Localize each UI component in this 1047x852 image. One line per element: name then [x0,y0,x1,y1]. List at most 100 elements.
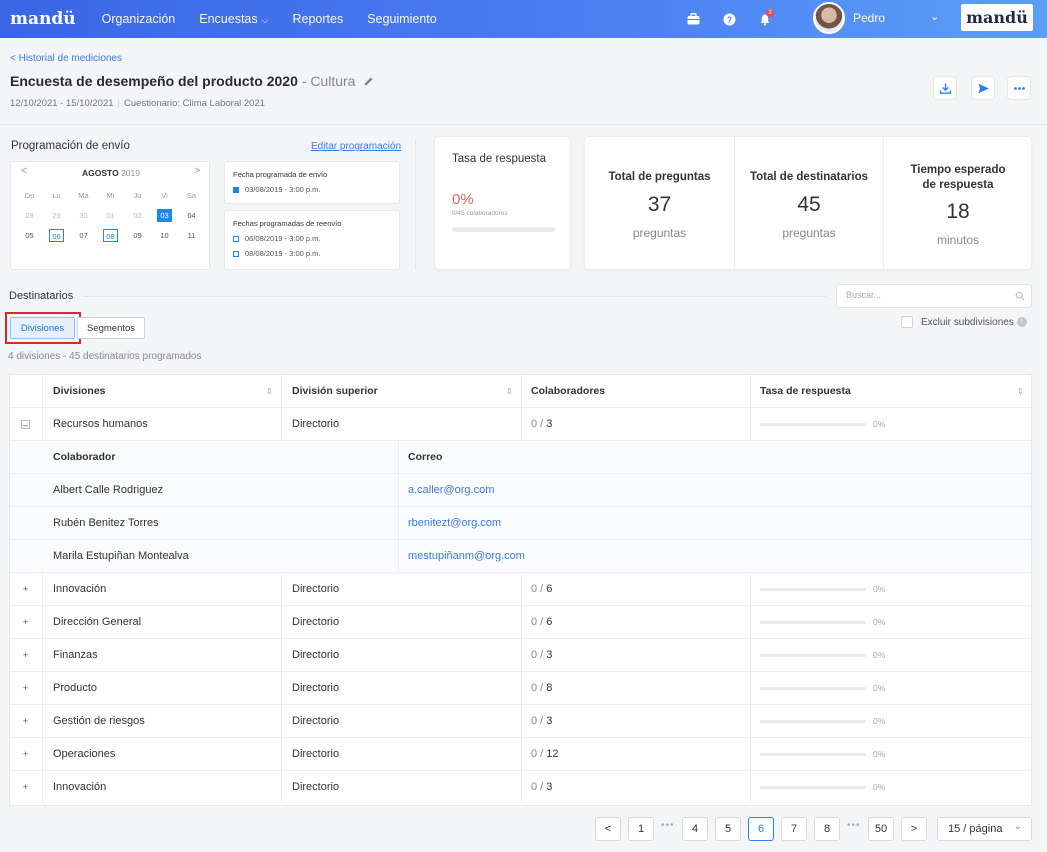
pencil-icon[interactable] [363,74,374,90]
calendar-day[interactable]: 01 [97,209,124,222]
calendar-day-resend[interactable]: 08 [103,229,118,242]
nav-organizacion[interactable]: Organización [102,12,176,26]
column-divider [521,408,522,441]
nav-encuestas[interactable]: Encuestas ⌵ [199,12,268,26]
page-size-select[interactable]: 15 / página ⌄ [937,817,1032,841]
calendar-day[interactable]: 09 [124,229,151,242]
pagination-next-button[interactable]: > [901,817,927,841]
calendar-day-selected[interactable]: 03 [157,209,172,222]
collaborators-count: 0 / 3 [531,781,553,793]
exclude-subdivisions-checkbox[interactable] [901,316,913,328]
page-button-active[interactable]: 6 [748,817,774,841]
search-icon[interactable] [1015,290,1025,304]
col-division-superior[interactable]: División superior [292,375,378,408]
calendar-next-button[interactable]: > [194,165,200,177]
page-button[interactable]: 1 [628,817,654,841]
calendar-day[interactable]: 29 [43,209,70,222]
chevron-down-icon[interactable]: ⌄ [930,10,939,23]
more-options-button[interactable] [1007,76,1031,100]
expand-icon[interactable]: + [21,585,30,594]
calendar-day[interactable]: 30 [70,209,97,222]
column-divider [750,705,751,738]
table-row[interactable]: + Innovación Directorio 0 / 6 0% [10,573,1031,606]
send-button[interactable] [971,76,995,100]
download-button[interactable] [933,76,957,100]
collaborator-email[interactable]: mestupiñanm@org.com [408,540,525,573]
calendar-day[interactable]: 11 [178,229,205,242]
expand-icon[interactable]: + [21,750,30,759]
info-icon[interactable]: i [1016,317,1027,327]
table-row[interactable]: + Innovación Directorio 0 / 3 0% [10,771,1031,804]
page-button[interactable]: 50 [868,817,894,841]
expand-icon[interactable]: + [21,783,30,792]
briefcase-icon[interactable] [686,12,700,26]
page-button[interactable]: 5 [715,817,741,841]
pagination-ellipsis[interactable]: ••• [661,820,675,831]
calendar-day[interactable]: 28 [16,209,43,222]
questionnaire-name: Cuestionario: Clima Laboral 2021 [124,98,266,109]
division-parent: Directorio [292,616,340,628]
calendar-grid: Do Lu Ma Mi Ju Vi Sa 28 29 30 01 02 03 0… [16,189,206,242]
response-progress-bar [760,786,866,789]
survey-category: - Cultura [301,73,356,89]
calendar-day[interactable]: 05 [16,229,43,242]
col-tasa-respuesta[interactable]: Tasa de respuesta [760,375,851,408]
edit-schedule-link[interactable]: Editar programación [311,141,401,152]
weekday-label: Ju [133,191,142,200]
sort-icon[interactable]: ⇕ [1017,375,1024,408]
col-divisiones[interactable]: Divisiones [53,375,106,408]
pagination-ellipsis[interactable]: ••• [847,820,861,831]
table-row[interactable]: + Finanzas Directorio 0 / 3 0% [10,639,1031,672]
col-colaboradores[interactable]: Colaboradores [531,375,605,408]
table-row[interactable]: + Operaciones Directorio 0 / 12 0% [10,738,1031,771]
chevron-down-icon: ⌵ [261,15,269,25]
help-icon[interactable]: ? [722,12,736,26]
breadcrumb[interactable]: < Historial de mediciones [10,53,122,64]
expand-icon[interactable]: + [21,651,30,660]
division-name: Dirección General [53,616,142,628]
sort-icon[interactable]: ⇕ [266,375,273,408]
app-logo[interactable]: mandü [10,9,76,29]
bell-icon[interactable]: 3 [758,9,774,26]
column-divider [281,771,282,804]
user-name[interactable]: Pedro [853,11,885,25]
collaborators-count: 0 / 3 [531,715,553,727]
stat-value: 18 [946,200,970,223]
collaborator-name: Albert Calle Rodriguez [53,484,164,496]
sub-table-row: Albert Calle Rodriguez a.caller@org.com [10,474,1031,507]
expand-icon[interactable]: + [21,618,30,627]
expand-icon[interactable]: + [21,717,30,726]
user-avatar[interactable] [813,2,845,34]
table-row[interactable]: + Gestión de riesgos Directorio 0 / 3 0% [10,705,1031,738]
response-rate: 0% [873,419,886,429]
table-row[interactable]: – Recursos humanos Directorio 0 / 3 0% [10,408,1031,441]
column-divider [281,738,282,771]
division-name: Innovación [53,583,107,595]
calendar-day[interactable]: 10 [151,229,178,242]
page-button[interactable]: 8 [814,817,840,841]
expand-icon[interactable]: + [21,684,30,693]
nav-reportes[interactable]: Reportes [292,12,343,26]
collapse-icon[interactable]: – [21,420,30,430]
pagination-prev-button[interactable]: < [595,817,621,841]
sort-icon[interactable]: ⇕ [506,375,513,408]
calendar-day-resend[interactable]: 06 [49,229,64,242]
recipients-title: Destinatarios [9,290,74,302]
table-row[interactable]: + Dirección General Directorio 0 / 6 0% [10,606,1031,639]
tab-segmentos[interactable]: Segmentos [77,317,145,339]
division-parent: Directorio [292,781,340,793]
column-divider [281,639,282,672]
nav-seguimiento[interactable]: Seguimiento [367,12,437,26]
page-button[interactable]: 4 [682,817,708,841]
calendar-day[interactable]: 07 [70,229,97,242]
collaborator-email[interactable]: rbenitezt@org.com [408,507,501,540]
calendar-day[interactable]: 02 [124,209,151,222]
search-input[interactable] [846,290,996,300]
table-row[interactable]: + Producto Directorio 0 / 8 0% [10,672,1031,705]
page-button[interactable]: 7 [781,817,807,841]
tab-divisiones[interactable]: Divisiones [10,317,75,339]
col-colaborador: Colaborador [53,451,116,463]
calendar-day[interactable]: 04 [178,209,205,222]
collaborator-email[interactable]: a.caller@org.com [408,474,494,507]
collaborators-total: 12 [546,748,559,760]
